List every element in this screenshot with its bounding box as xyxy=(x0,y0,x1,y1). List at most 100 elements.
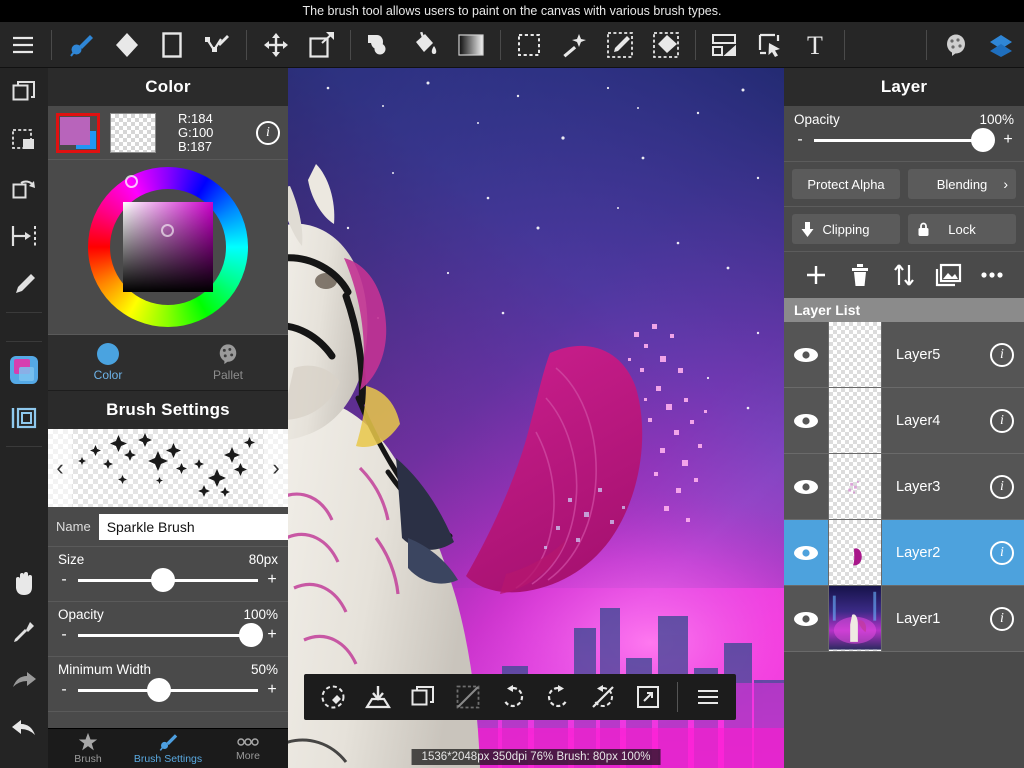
layers-icon[interactable] xyxy=(979,22,1024,68)
layer-name: Layer3 xyxy=(896,478,941,495)
layer-info-button[interactable]: i xyxy=(980,388,1024,453)
text-tool-icon[interactable]: T xyxy=(792,22,837,68)
table-row[interactable]: Layer2 i xyxy=(784,520,1024,586)
size-slider-knob[interactable] xyxy=(150,568,175,592)
blur-tool-icon[interactable] xyxy=(357,22,402,68)
layer-info-button[interactable]: i xyxy=(980,322,1024,387)
layer-opacity-knob[interactable] xyxy=(971,128,996,152)
layer-name: Layer5 xyxy=(896,346,941,363)
layer-info-button[interactable]: i xyxy=(980,454,1024,519)
undo-icon[interactable] xyxy=(490,674,535,720)
add-layer-icon[interactable] xyxy=(799,258,833,292)
disable-rotate-icon[interactable] xyxy=(580,674,625,720)
brush-stroke-preview xyxy=(78,433,255,497)
layer-visibility-toggle[interactable] xyxy=(784,322,828,387)
layer-opacity-slider[interactable] xyxy=(814,128,996,152)
blending-button[interactable]: Blending › xyxy=(908,169,1016,199)
rail-redo-icon[interactable] xyxy=(0,656,48,704)
fullscreen-icon[interactable] xyxy=(625,674,670,720)
minimum-width-slider[interactable] xyxy=(78,678,258,702)
sv-cursor[interactable] xyxy=(161,224,174,237)
rail-align-icon[interactable] xyxy=(0,212,48,260)
opacity-slider[interactable] xyxy=(78,623,263,647)
rail-flip-icon[interactable] xyxy=(0,164,48,212)
path-tool-icon[interactable] xyxy=(195,22,240,68)
rail-color-icon[interactable] xyxy=(0,346,48,394)
rail-hand-icon[interactable] xyxy=(0,560,48,608)
color-wheel-area[interactable] xyxy=(48,160,288,335)
select-pen-icon[interactable] xyxy=(598,22,643,68)
more-options-icon[interactable] xyxy=(975,258,1009,292)
rail-copy-icon[interactable] xyxy=(0,68,48,116)
bottom-tab-brush-settings[interactable]: Brush Settings xyxy=(128,729,208,768)
move-tool-icon[interactable] xyxy=(253,22,298,68)
reorder-layer-icon[interactable] xyxy=(887,258,921,292)
opacity-decrement[interactable]: - xyxy=(58,627,70,643)
rail-eyedropper-icon[interactable] xyxy=(0,608,48,656)
delete-layer-icon[interactable] xyxy=(843,258,877,292)
layer-opacity-decrement[interactable]: - xyxy=(794,132,806,148)
redo-icon[interactable] xyxy=(535,674,580,720)
object-select-icon[interactable] xyxy=(747,22,792,68)
size-decrement[interactable]: - xyxy=(58,572,70,588)
menu-icon[interactable] xyxy=(0,22,45,68)
foreground-color-swatch[interactable] xyxy=(56,112,100,153)
minimum-width-slider-knob[interactable] xyxy=(147,678,171,702)
rect-select-icon[interactable] xyxy=(507,22,552,68)
layer-visibility-toggle[interactable] xyxy=(784,454,828,519)
table-row[interactable]: Layer5 i xyxy=(784,322,1024,388)
color-info-button[interactable]: i xyxy=(256,120,280,145)
gradient-tool-icon[interactable] xyxy=(448,22,493,68)
brush-name-input[interactable] xyxy=(98,513,288,540)
brush-tool-icon[interactable] xyxy=(58,22,103,68)
table-row[interactable]: Layer1 i xyxy=(784,586,1024,652)
opacity-slider-knob[interactable] xyxy=(238,623,263,647)
opacity-increment[interactable]: + xyxy=(266,627,278,643)
bottom-tab-more[interactable]: More xyxy=(208,729,288,768)
table-row[interactable]: Layer4 i xyxy=(784,388,1024,454)
layer-visibility-toggle[interactable] xyxy=(784,520,828,585)
save-icon[interactable] xyxy=(355,674,400,720)
brush-preview[interactable]: ‹ › xyxy=(48,429,288,507)
rail-select-fill-icon[interactable] xyxy=(0,116,48,164)
table-row[interactable]: Layer3 i xyxy=(784,454,1024,520)
hue-cursor[interactable] xyxy=(125,175,138,188)
palette-icon[interactable] xyxy=(933,22,978,68)
artwork-canvas[interactable] xyxy=(288,68,784,768)
canvas-area[interactable]: 1536*2048px 350dpi 76% Brush: 80px 100% xyxy=(288,68,784,768)
magic-wand-icon[interactable] xyxy=(552,22,597,68)
tab-color[interactable]: Color xyxy=(48,335,168,390)
select-eraser-icon[interactable] xyxy=(643,22,688,68)
frame-divide-icon[interactable] xyxy=(701,22,746,68)
bucket-fill-icon[interactable] xyxy=(403,22,448,68)
layer-opacity-increment[interactable]: + xyxy=(1002,132,1014,148)
layer-visibility-toggle[interactable] xyxy=(784,586,828,651)
protect-alpha-button[interactable]: Protect Alpha xyxy=(792,169,900,199)
layer-info-button[interactable]: i xyxy=(980,586,1024,651)
deselect-icon[interactable] xyxy=(445,674,490,720)
duplicate-icon[interactable] xyxy=(400,674,445,720)
brush-prev-button[interactable]: ‹ xyxy=(48,429,72,507)
eraser-tool-icon[interactable] xyxy=(104,22,149,68)
canvas-menu-icon[interactable] xyxy=(685,674,730,720)
rail-undo-icon[interactable] xyxy=(0,704,48,752)
brush-next-button[interactable]: › xyxy=(264,429,288,507)
minimum-width-increment[interactable]: + xyxy=(266,682,278,698)
bottom-tab-brush[interactable]: Brush xyxy=(48,729,128,768)
rail-layerpanel-icon[interactable] xyxy=(0,394,48,442)
layer-visibility-toggle[interactable] xyxy=(784,388,828,453)
transparency-swatch[interactable] xyxy=(110,112,156,153)
transform-tool-icon[interactable] xyxy=(299,22,344,68)
shape-tool-icon[interactable] xyxy=(149,22,194,68)
tab-pallet[interactable]: Pallet xyxy=(168,335,288,390)
reset-rotation-icon[interactable] xyxy=(310,674,355,720)
clipping-button[interactable]: Clipping xyxy=(792,214,900,244)
size-slider[interactable] xyxy=(78,568,258,592)
layer-info-button[interactable]: i xyxy=(980,520,1024,585)
size-increment[interactable]: + xyxy=(266,572,278,588)
import-image-icon[interactable] xyxy=(931,258,965,292)
rail-pen-icon[interactable] xyxy=(0,260,48,308)
lock-button[interactable]: Lock xyxy=(908,214,1016,244)
minimum-width-decrement[interactable]: - xyxy=(58,682,70,698)
saturation-value-square[interactable] xyxy=(123,202,213,292)
